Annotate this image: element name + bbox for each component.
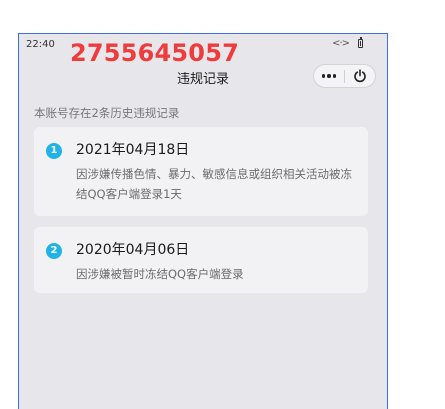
vibrate-icon: <·> [332,38,350,49]
record-date: 2021年04月18日 [76,142,190,158]
more-dots-icon [321,74,337,78]
record-description: 因涉嫌被暂时冻结QQ客户端登录 [76,267,244,281]
record-card: 2 2020年04月06日 因涉嫌被暂时冻结QQ客户端登录 [34,227,368,293]
status-time: 22:40 [26,39,55,50]
record-date: 2020年04月06日 [76,242,190,258]
power-icon [354,69,366,83]
page-title: 违规记录 [177,72,230,87]
status-icons: <·> [332,37,363,49]
record-summary: 本账号存在2条历史违规记录 [34,106,180,120]
mini-program-capsule [313,64,376,88]
record-card: 1 2021年04月18日 因涉嫌传播色情、暴力、敏感信息或组织相关活动被冻结Q… [34,127,368,216]
battery-icon [358,37,363,48]
record-index-badge: 1 [46,143,62,159]
more-button[interactable] [314,65,344,87]
record-index-badge: 2 [46,243,62,259]
screenshot-canvas: 22:40 <·> 2755645057 违规记录 本账号存在2条历史违规记录 … [0,0,445,409]
phone-screen: 22:40 <·> 2755645057 违规记录 本账号存在2条历史违规记录 … [18,33,388,409]
title-bar: 违规记录 [19,61,387,91]
record-description: 因涉嫌传播色情、暴力、敏感信息或组织相关活动被冻结QQ客户端登录1天 [76,167,352,201]
close-button[interactable] [345,65,375,87]
